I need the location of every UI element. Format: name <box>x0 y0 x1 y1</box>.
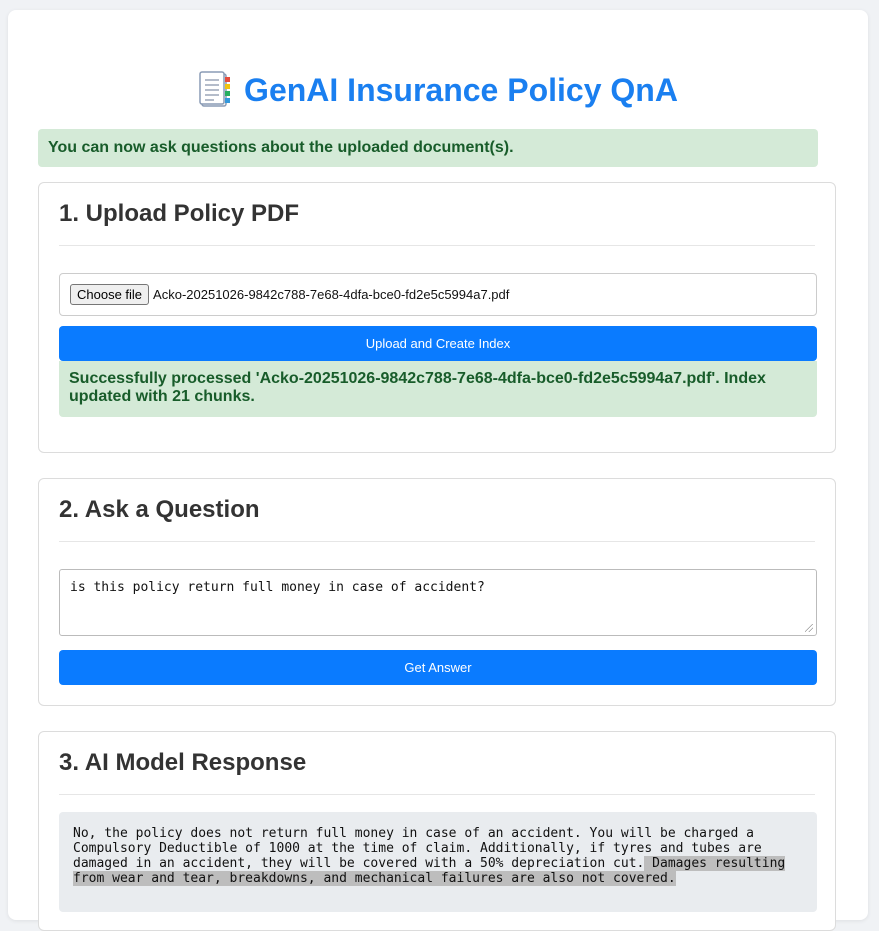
document-icon <box>198 71 232 109</box>
response-section: 3. AI Model Response No, the policy does… <box>38 731 836 931</box>
status-banner: You can now ask questions about the uplo… <box>38 129 818 167</box>
question-textarea[interactable]: is this policy return full money in case… <box>59 569 817 636</box>
file-input[interactable]: Choose file Acko-20251026-9842c788-7e68-… <box>59 273 817 316</box>
get-answer-button[interactable]: Get Answer <box>59 650 817 685</box>
resize-handle-icon[interactable] <box>805 624 813 632</box>
page-title: GenAI Insurance Policy QnA <box>244 71 678 108</box>
upload-button[interactable]: Upload and Create Index <box>59 326 817 361</box>
selected-file-name: Acko-20251026-9842c788-7e68-4dfa-bce0-fd… <box>153 287 510 302</box>
upload-success-message: Successfully processed 'Acko-20251026-98… <box>59 361 817 417</box>
upload-section: 1. Upload Policy PDF Choose file Acko-20… <box>38 182 836 453</box>
response-heading: 3. AI Model Response <box>59 732 815 795</box>
question-text: is this policy return full money in case… <box>70 580 485 595</box>
ask-section: 2. Ask a Question is this policy return … <box>38 478 836 706</box>
choose-file-button[interactable]: Choose file <box>70 284 150 305</box>
main-container: GenAI Insurance Policy QnA You can now a… <box>8 10 868 931</box>
page-header: GenAI Insurance Policy QnA <box>8 62 868 118</box>
ai-response-box: No, the policy does not return full mone… <box>59 812 817 912</box>
upload-heading: 1. Upload Policy PDF <box>59 183 815 246</box>
ask-heading: 2. Ask a Question <box>59 479 815 542</box>
